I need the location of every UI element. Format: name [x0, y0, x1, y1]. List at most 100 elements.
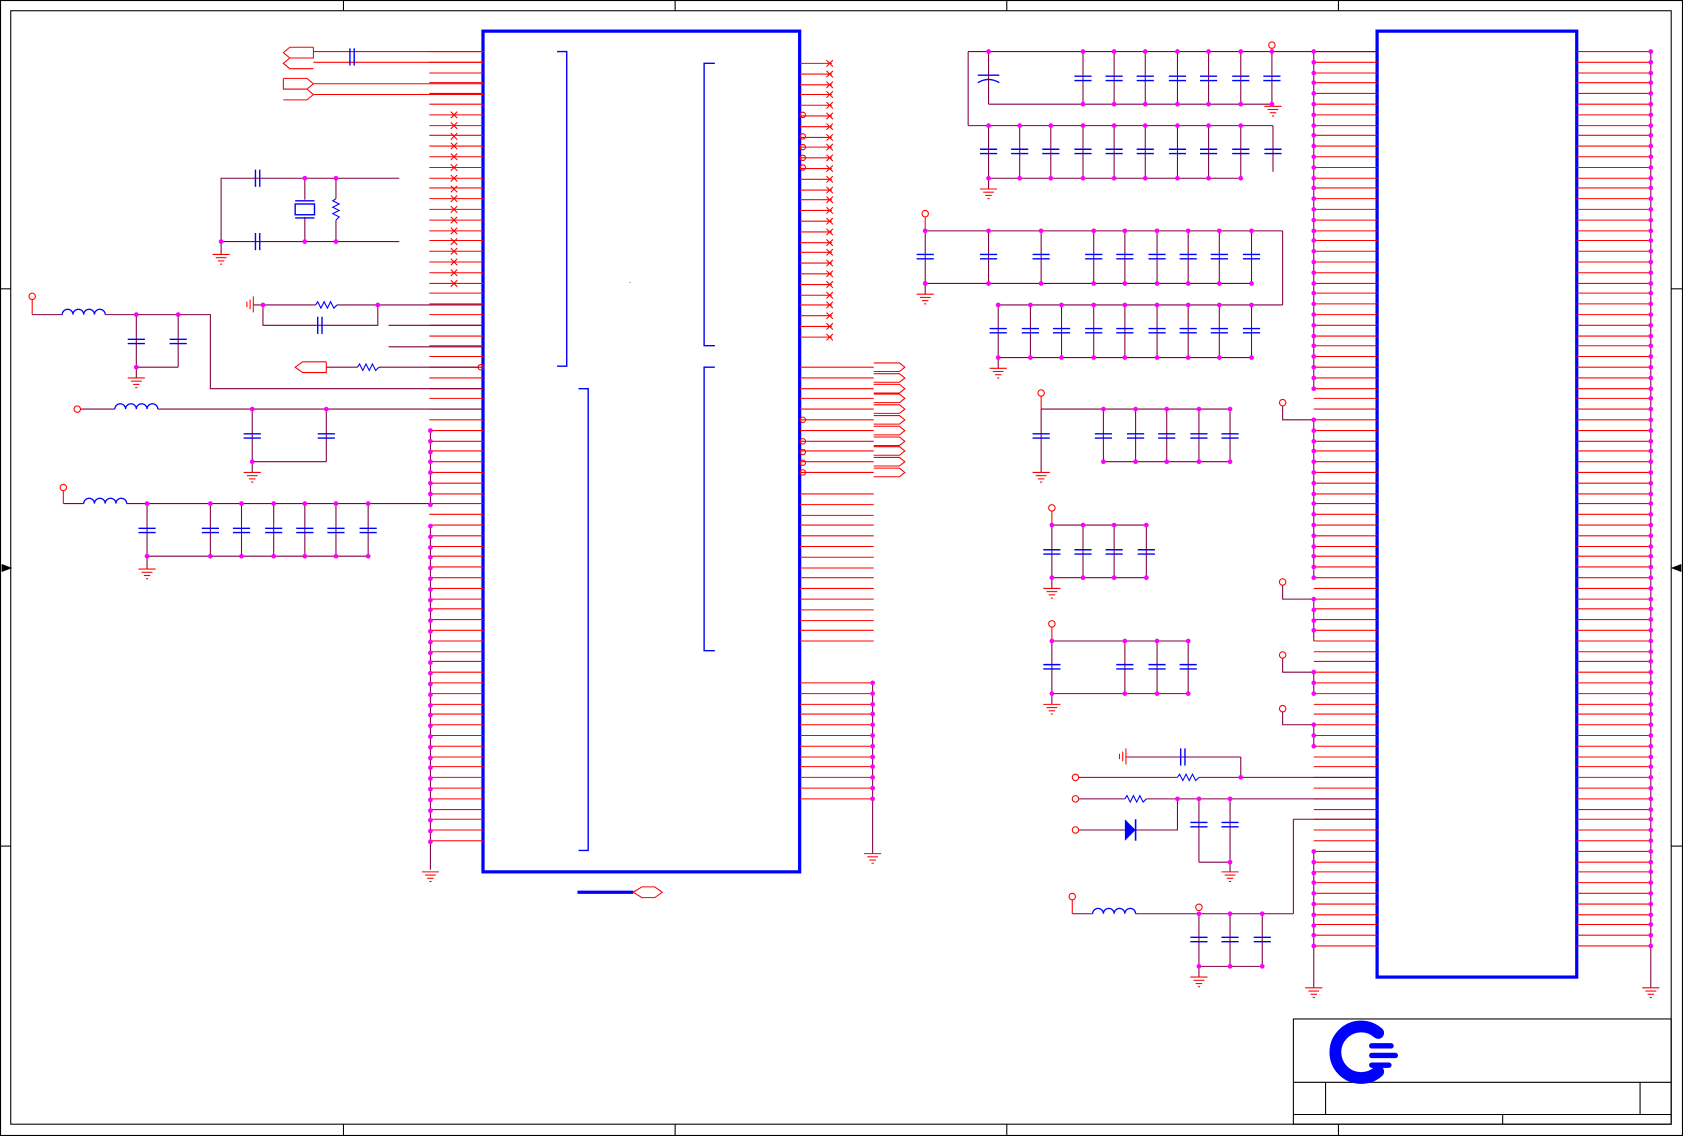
junction-dot — [302, 175, 308, 181]
junction-dot — [1049, 575, 1055, 581]
net-port — [294, 361, 327, 374]
junction-dot — [870, 711, 875, 717]
junction-dot — [428, 755, 433, 761]
junction-dot — [1206, 175, 1211, 181]
company-logo-icon — [1329, 1020, 1399, 1084]
junction-dot — [1648, 428, 1654, 433]
junction-dot — [1648, 312, 1654, 317]
junction-dot — [1648, 649, 1654, 655]
junction-dot — [239, 553, 244, 559]
junction-dot — [1311, 743, 1317, 749]
junction-dot — [1648, 281, 1654, 286]
net-port — [873, 467, 906, 478]
junction-dot — [1238, 123, 1244, 128]
junction-dot — [1648, 617, 1654, 622]
junction-dot — [428, 703, 433, 708]
junction-dot — [1311, 870, 1317, 876]
junction-dot — [1111, 575, 1117, 581]
net-port — [282, 57, 314, 70]
ground-symbol — [243, 471, 262, 483]
junction-dot — [428, 723, 433, 729]
junction-dot — [1648, 480, 1654, 486]
junction-dot — [1648, 669, 1654, 675]
junction-dot — [870, 702, 875, 707]
net-port — [282, 77, 315, 90]
net-port — [873, 414, 906, 425]
junction-dot — [986, 123, 991, 128]
junction-dot — [428, 587, 433, 592]
junction-dot — [1154, 355, 1160, 360]
ground-symbol — [137, 568, 157, 580]
junction-dot — [1059, 355, 1064, 360]
net-port — [283, 88, 315, 101]
junction-dot — [1648, 165, 1654, 170]
junction-dot — [428, 660, 433, 665]
schematic-sheet — [0, 0, 1683, 1136]
junction-dot — [428, 597, 433, 603]
junction-dot — [1249, 281, 1254, 286]
junction-dot — [1648, 406, 1654, 412]
junction-dot — [1206, 123, 1211, 128]
junction-dot — [333, 239, 339, 244]
junction-dot — [1091, 302, 1097, 308]
junction-dot — [1142, 123, 1148, 128]
junction-dot — [1648, 228, 1654, 234]
junction-dot — [365, 553, 371, 559]
junction-dot — [1154, 638, 1160, 644]
junction-dot — [428, 839, 433, 845]
junction-dot — [1648, 132, 1654, 138]
net-port — [873, 446, 906, 456]
junction-dot — [1648, 575, 1654, 581]
ground-symbol — [863, 853, 882, 864]
capacitor — [349, 48, 355, 66]
crystal — [294, 203, 316, 216]
junction-dot — [1216, 281, 1222, 286]
ground-symbol — [1641, 987, 1660, 999]
junction-dot — [1185, 355, 1191, 360]
junction-dot — [1196, 796, 1202, 802]
ground-symbol — [979, 188, 998, 200]
junction-dot — [1142, 101, 1148, 107]
junction-dot — [1164, 459, 1170, 465]
junction-dot — [1269, 101, 1275, 107]
junction-dot — [1648, 691, 1654, 696]
junction-dot — [1154, 691, 1160, 696]
junction-dot — [1311, 132, 1317, 138]
junction-dot — [1648, 322, 1654, 328]
junction-dot — [271, 553, 277, 559]
junction-dot — [1648, 544, 1654, 549]
junction-dot — [995, 302, 1001, 308]
junction-dot — [1648, 553, 1654, 559]
junction-dot — [1311, 607, 1317, 613]
junction-dot — [870, 754, 875, 760]
junction-dot — [428, 618, 433, 623]
junction-dot — [1048, 123, 1054, 128]
junction-dot — [1049, 522, 1055, 528]
junction-dot — [1017, 123, 1023, 128]
net-port — [873, 393, 906, 404]
junction-dot — [1648, 301, 1654, 307]
main-processor-ic — [481, 29, 802, 874]
junction-dot — [428, 828, 433, 834]
junction-dot — [1648, 901, 1654, 907]
junction-dot — [302, 553, 308, 559]
junction-dot — [1249, 302, 1254, 308]
resistor — [1124, 794, 1147, 804]
junction-dot — [1648, 248, 1654, 254]
junction-dot — [995, 355, 1001, 360]
power-terminal — [1268, 41, 1276, 49]
junction-dot — [1311, 354, 1317, 359]
junction-dot — [1648, 143, 1654, 149]
junction-dot — [1311, 849, 1317, 854]
crystal-wire — [220, 177, 400, 243]
junction-dot — [428, 565, 433, 571]
junction-dot — [260, 302, 266, 308]
resistor — [356, 362, 380, 372]
junction-dot — [1648, 80, 1654, 86]
junction-dot — [1648, 775, 1654, 780]
junction-dot — [1216, 302, 1222, 308]
junction-dot — [271, 501, 277, 506]
junction-dot — [1196, 911, 1202, 917]
junction-dot — [1143, 522, 1149, 528]
junction-dot — [1648, 869, 1654, 875]
